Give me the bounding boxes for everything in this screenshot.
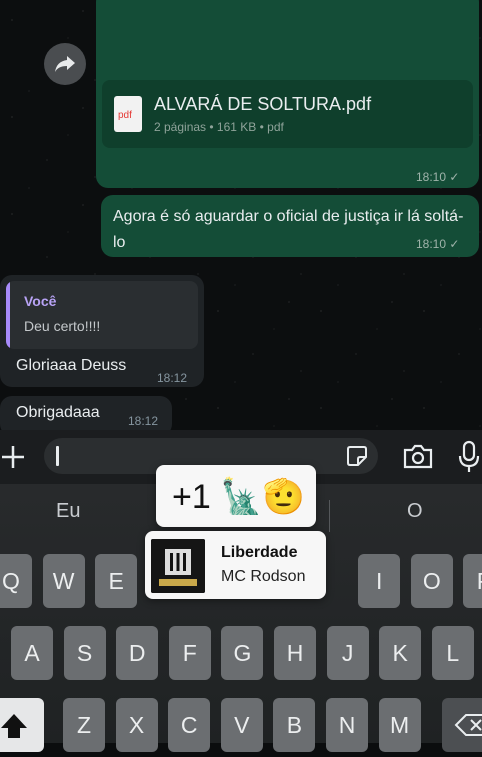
key-k[interactable]: K [379,626,422,680]
key-f[interactable]: F [168,626,211,680]
pdf-message[interactable]: pdf ALVARÁ DE SOLTURA.pdf 2 páginas • 16… [96,0,479,188]
pdf-file-icon: pdf [114,96,142,132]
quote-accent-bar [6,281,10,349]
pdf-file-name: ALVARÁ DE SOLTURA.pdf [154,94,372,114]
music-suggestion-popup[interactable]: Liberdade MC Rodson [145,531,326,599]
key-p[interactable]: P [463,554,482,608]
key-o[interactable]: O [410,554,453,608]
album-cover-image [151,539,205,593]
suggestion-eu[interactable]: Eu [56,500,80,523]
key-w[interactable]: W [42,554,85,608]
delete-key[interactable] [442,698,482,752]
quoted-text: Deu certo!!!! [24,318,101,334]
song-title: Liberdade [221,544,298,561]
shift-key[interactable] [0,698,44,752]
pdf-attachment[interactable]: pdf ALVARÁ DE SOLTURA.pdf 2 páginas • 16… [102,80,473,148]
message-text: Gloriaaa Deuss [16,357,127,374]
key-g[interactable]: G [221,626,264,680]
keyboard-area: Eu O +1 🗽🫡 Liberdade MC Rodson QWERTYUIO… [0,430,482,752]
key-d[interactable]: D [116,626,159,680]
message-time: 18:12 [157,371,188,385]
message-time: 18:12 [128,414,159,428]
text-caret [56,446,59,466]
key-e[interactable]: E [95,554,138,608]
key-j[interactable]: J [326,626,369,680]
outgoing-message[interactable]: Agora é só aguardar o oficial de justiça… [101,195,479,257]
song-artist: MC Rodson [221,568,306,585]
message-time: 18:10 ✓ [416,170,460,184]
key-a[interactable]: A [11,626,53,680]
incoming-message[interactable]: Obrigadaaa 18:12 [0,396,172,430]
forward-button[interactable] [44,43,86,85]
emoji-suggestion: +1 🗽🫡 [172,478,305,516]
suggestion-o[interactable]: O [407,500,423,523]
key-h[interactable]: H [274,626,316,680]
key-c[interactable]: C [168,698,211,752]
incoming-reply-message[interactable]: Você Deu certo!!!! Gloriaaa Deuss 18:12 [0,275,204,387]
shift-arrow-icon [1,714,27,738]
key-n[interactable]: N [326,698,368,752]
quoted-message[interactable]: Você Deu certo!!!! [6,281,198,349]
camera-icon[interactable] [402,442,434,470]
key-v[interactable]: V [220,698,263,752]
key-i[interactable]: I [358,554,401,608]
key-b[interactable]: B [273,698,316,752]
message-time: 18:10 ✓ [416,237,460,251]
suggestion-divider [329,500,330,532]
backspace-icon [454,714,482,736]
plus-icon[interactable] [0,438,30,476]
microphone-icon[interactable] [458,440,480,474]
message-text: Obrigadaaa [16,404,100,421]
sticker-icon[interactable] [346,445,368,467]
quoted-author: Você [24,293,57,309]
pdf-file-meta: 2 páginas • 161 KB • pdf [154,120,284,134]
emoji-suggestion-popup[interactable]: +1 🗽🫡 [156,465,316,527]
key-m[interactable]: M [378,698,421,752]
key-q[interactable]: Q [0,554,32,608]
forward-icon [55,56,75,72]
key-x[interactable]: X [115,698,158,752]
key-l[interactable]: L [431,626,474,680]
key-z[interactable]: Z [63,698,105,752]
key-s[interactable]: S [63,626,106,680]
chat-area: pdf ALVARÁ DE SOLTURA.pdf 2 páginas • 16… [0,0,482,430]
